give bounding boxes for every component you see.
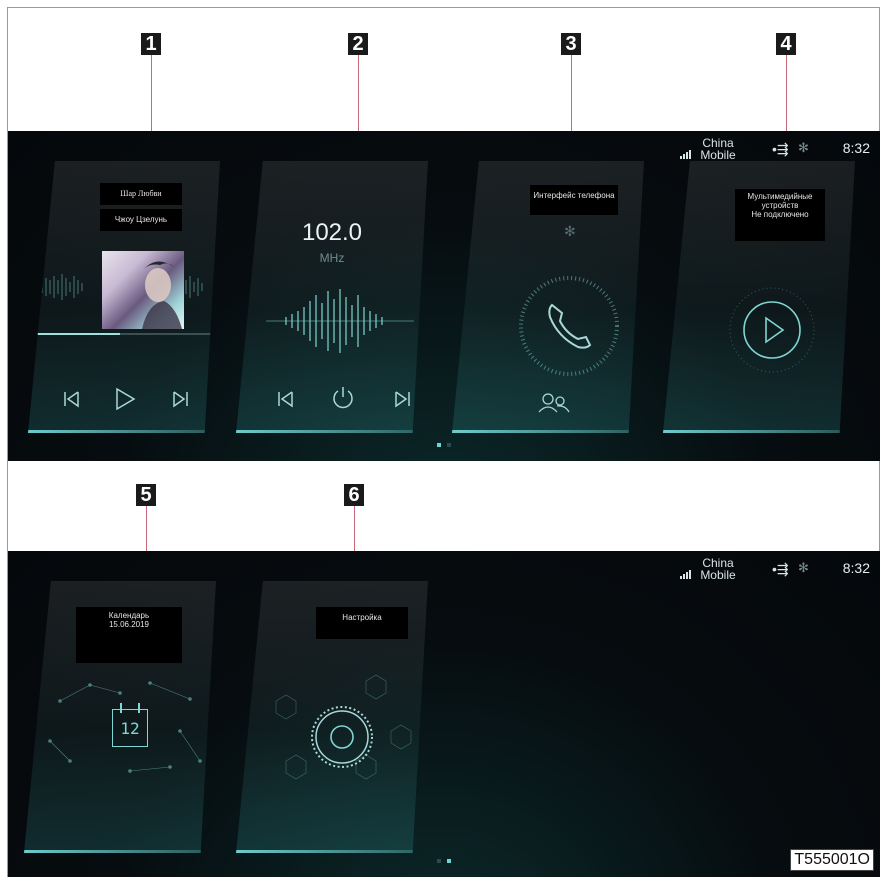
page-dot-active[interactable] bbox=[447, 859, 451, 863]
carrier-name: China Mobile bbox=[700, 136, 736, 162]
signal-icon bbox=[680, 145, 692, 159]
clock: 8:32 bbox=[842, 140, 870, 156]
next-button[interactable] bbox=[170, 389, 190, 409]
page-dot[interactable] bbox=[447, 443, 451, 447]
phone-card[interactable]: Интерфейс телефона ✻ bbox=[452, 161, 644, 433]
phone-icon[interactable] bbox=[514, 271, 624, 381]
calendar-info: Календарь 15.06.2019 bbox=[76, 607, 182, 663]
music-card[interactable]: Шар Любви Чжоу Цзелунь bbox=[28, 161, 220, 433]
usb-icon: •⇶ bbox=[772, 561, 789, 577]
calendar-icon[interactable]: 12 bbox=[112, 703, 148, 747]
artist-name: Чжоу Цзелунь bbox=[100, 209, 182, 231]
carrier-name: China Mobile bbox=[700, 557, 736, 579]
usb-icon: •⇶ bbox=[772, 141, 789, 157]
marker-3: 3 bbox=[561, 33, 581, 55]
settings-title: Настройка bbox=[316, 607, 408, 639]
page-dot-active[interactable] bbox=[437, 443, 441, 447]
power-button[interactable] bbox=[330, 385, 356, 411]
play-button[interactable] bbox=[114, 387, 136, 411]
signal-icon bbox=[680, 565, 692, 579]
bluetooth-icon: ✻ bbox=[798, 140, 809, 155]
media-status: Мультимедийные устройств Не подключено bbox=[735, 189, 825, 241]
clock: 8:32 bbox=[842, 560, 870, 576]
marker-2: 2 bbox=[348, 33, 368, 55]
next-button[interactable] bbox=[392, 389, 412, 409]
marker-6: 6 bbox=[344, 484, 364, 506]
status-bar: China Mobile •⇶ ✻ 8:32 bbox=[680, 557, 870, 579]
media-card[interactable]: Мультимедийные устройств Не подключено bbox=[663, 161, 855, 433]
radio-unit: MHz bbox=[319, 251, 345, 265]
calendar-day: 12 bbox=[120, 719, 140, 738]
page-indicator bbox=[8, 434, 880, 452]
previous-button[interactable] bbox=[276, 389, 296, 409]
song-title: Шар Любви bbox=[100, 183, 182, 205]
page-indicator bbox=[8, 850, 880, 868]
bluetooth-icon: ✻ bbox=[798, 560, 809, 575]
phone-title: Интерфейс телефона bbox=[530, 185, 618, 215]
home-screen-page-1: China Mobile •⇶ ✻ 8:32 Шар Любви Чжоу Цзе… bbox=[8, 131, 880, 461]
marker-1: 1 bbox=[141, 33, 161, 55]
page-dot[interactable] bbox=[437, 859, 441, 863]
figure-code: T555001O bbox=[790, 849, 874, 871]
contacts-icon[interactable] bbox=[538, 392, 570, 414]
radio-card[interactable]: 102.0 MHz bbox=[236, 161, 428, 433]
home-screen-page-2: China Mobile •⇶ ✻ 8:32 Календарь 15.06.20… bbox=[8, 551, 880, 877]
marker-4: 4 bbox=[776, 33, 796, 55]
progress-fill bbox=[34, 333, 120, 335]
marker-5: 5 bbox=[136, 484, 156, 506]
previous-button[interactable] bbox=[62, 389, 82, 409]
album-cover bbox=[102, 251, 184, 329]
status-bar: China Mobile •⇶ ✻ 8:32 bbox=[680, 137, 870, 163]
play-icon[interactable] bbox=[727, 285, 817, 375]
calendar-card[interactable]: Календарь 15.06.2019 12 bbox=[24, 581, 216, 853]
waveform-icon bbox=[266, 289, 414, 353]
gear-icon[interactable] bbox=[302, 697, 382, 777]
progress-track[interactable] bbox=[34, 333, 220, 335]
bluetooth-icon: ✻ bbox=[564, 223, 576, 239]
radio-frequency: 102.0 bbox=[301, 219, 363, 246]
settings-card[interactable]: Настройка bbox=[236, 581, 428, 853]
